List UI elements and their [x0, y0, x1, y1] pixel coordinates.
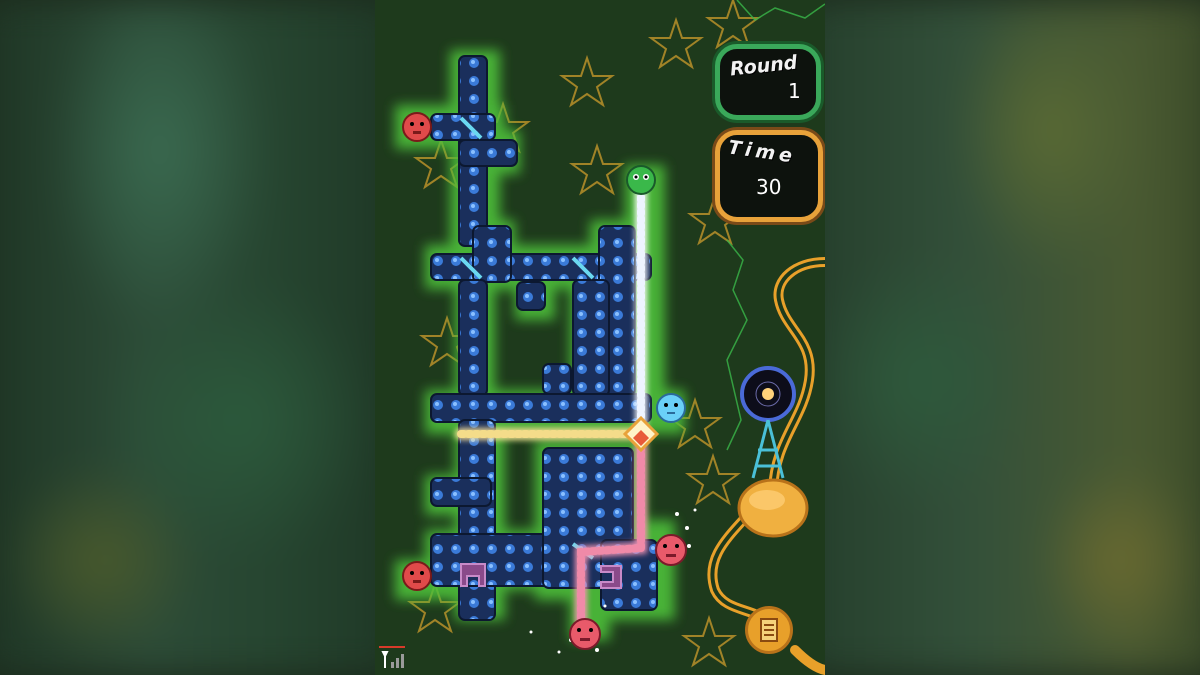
signal-bars-icon [379, 646, 405, 672]
time-value: 30 [756, 175, 782, 199]
pipe-network [430, 55, 658, 621]
time-panel: Time 30 [715, 130, 823, 222]
creature-red-bottom [569, 618, 601, 650]
creature-red-bottom-left [402, 561, 432, 591]
round-panel: Round 1 [715, 44, 821, 120]
time-label: Time [726, 136, 798, 168]
tube-machine-inner [710, 260, 825, 624]
document-button[interactable] [745, 606, 793, 654]
blurred-background-left [0, 0, 400, 675]
round-label: Round [729, 51, 799, 81]
creature-red-right [655, 534, 687, 566]
creature-green-top [626, 165, 656, 195]
creature-blue-right [656, 393, 686, 423]
blurred-background-right [800, 0, 1200, 675]
creature-red-top-left [402, 112, 432, 142]
radio-tower-icon [740, 366, 796, 479]
round-value: 1 [788, 79, 801, 103]
document-icon [760, 618, 778, 642]
game-viewport[interactable]: Round 1 Time 30 [375, 0, 825, 675]
